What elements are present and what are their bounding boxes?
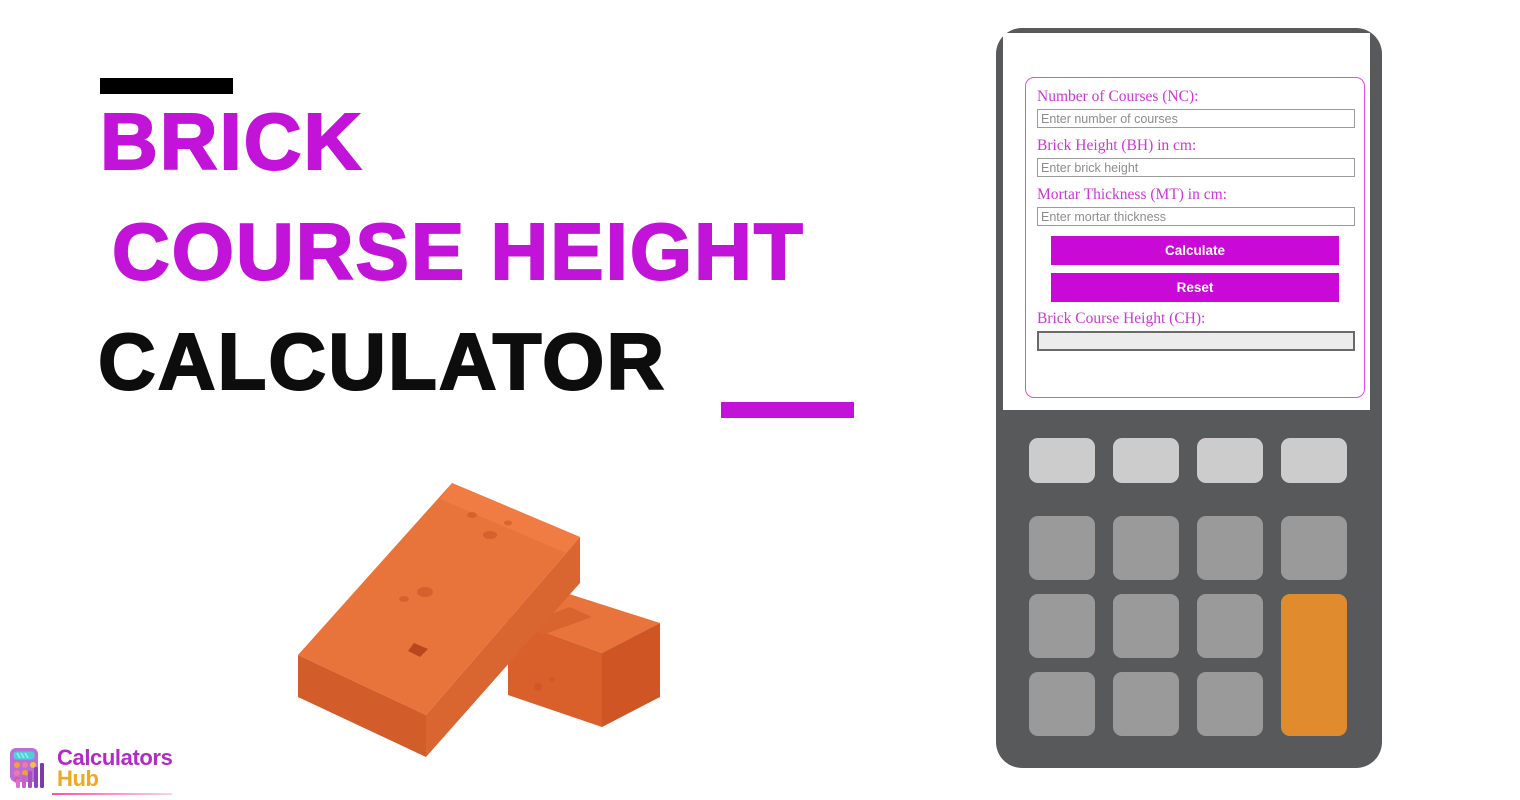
- logo-text: Calculators Hub: [57, 744, 173, 791]
- equals-key[interactable]: [1281, 594, 1347, 736]
- calculator-device: Number of Courses (NC): Brick Height (BH…: [996, 28, 1382, 768]
- page-title-line-1: BRICK: [99, 97, 364, 186]
- calculator-screen: Number of Courses (NC): Brick Height (BH…: [1003, 33, 1370, 410]
- title-block: BRICK COURSE HEIGHT CALCULATOR: [0, 0, 900, 440]
- page-title-line-3: CALCULATOR: [97, 317, 667, 406]
- calculator-keypad: [1029, 438, 1349, 738]
- brick-height-label: Brick Height (BH) in cm:: [1037, 137, 1197, 154]
- page-title-line-2: COURSE HEIGHT: [111, 207, 805, 296]
- brick-course-height-result-label: Brick Course Height (CH):: [1037, 310, 1206, 327]
- keypad-key[interactable]: [1113, 594, 1179, 658]
- brick-illustration: [280, 465, 680, 765]
- mortar-thickness-label: Mortar Thickness (MT) in cm:: [1037, 186, 1227, 203]
- mortar-thickness-input[interactable]: [1037, 207, 1355, 226]
- keypad-key[interactable]: [1029, 594, 1095, 658]
- keypad-key[interactable]: [1029, 516, 1095, 580]
- logo-underline: [52, 793, 172, 795]
- magenta-accent-bar: [721, 402, 854, 418]
- brick-height-input[interactable]: [1037, 158, 1355, 177]
- black-accent-bar: [100, 78, 233, 94]
- site-logo[interactable]: Calculators Hub: [8, 744, 173, 791]
- logo-word-hub: Hub: [57, 766, 99, 791]
- calculate-button[interactable]: Calculate: [1051, 236, 1339, 265]
- keypad-key[interactable]: [1029, 438, 1095, 483]
- keypad-key[interactable]: [1281, 438, 1347, 483]
- calculator-bars-logo-icon: [10, 748, 44, 788]
- brick-large: [298, 483, 580, 757]
- keypad-key[interactable]: [1197, 516, 1263, 580]
- keypad-key[interactable]: [1197, 672, 1263, 736]
- keypad-key[interactable]: [1113, 516, 1179, 580]
- keypad-key[interactable]: [1029, 672, 1095, 736]
- brick-course-height-form: Number of Courses (NC): Brick Height (BH…: [1025, 77, 1365, 398]
- keypad-key[interactable]: [1281, 516, 1347, 580]
- keypad-key[interactable]: [1197, 438, 1263, 483]
- brick-course-height-result-field: [1037, 331, 1355, 351]
- logo-word-calculators: Calculators: [57, 744, 173, 770]
- keypad-key[interactable]: [1113, 438, 1179, 483]
- keypad-key[interactable]: [1197, 594, 1263, 658]
- number-of-courses-label: Number of Courses (NC):: [1037, 88, 1199, 105]
- number-of-courses-input[interactable]: [1037, 109, 1355, 128]
- keypad-key[interactable]: [1113, 672, 1179, 736]
- reset-button[interactable]: Reset: [1051, 273, 1339, 302]
